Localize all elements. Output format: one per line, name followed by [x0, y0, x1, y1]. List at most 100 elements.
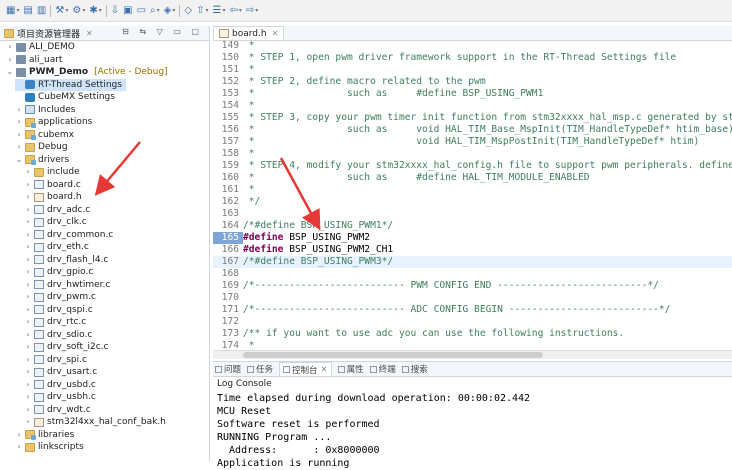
tree-item-drv-rtc-c[interactable]: › drv_rtc.c: [24, 316, 86, 328]
tree-item-cubemx-settings[interactable]: CubeMX Settings: [15, 91, 115, 103]
tree-item-linkscripts[interactable]: › linkscripts: [15, 441, 83, 453]
tree-item-drv-spi-c[interactable]: › drv_spi.c: [24, 354, 87, 366]
chevron-right-icon[interactable]: ›: [24, 254, 32, 266]
code-line[interactable]: 150 * STEP 1, open pwm driver framework …: [213, 52, 732, 64]
chevron-right-icon[interactable]: ›: [15, 104, 23, 116]
tree-item-pwm-demo[interactable]: ⌄ PWM_Demo [Active - Debug]: [6, 66, 168, 78]
chevron-right-icon[interactable]: ›: [24, 266, 32, 278]
code-line[interactable]: 156 * such as void HAL_TIM_Base_MspInit(…: [213, 124, 732, 136]
chevron-right-icon[interactable]: ›: [24, 379, 32, 391]
code-line[interactable]: 162 */: [213, 196, 732, 208]
tree-item-drv-soft-i2c-c[interactable]: › drv_soft_i2c.c: [24, 341, 108, 353]
console-tab-0[interactable]: 问题: [215, 363, 241, 375]
code-line[interactable]: 158 *: [213, 148, 732, 160]
tree-item-debug[interactable]: › Debug: [15, 141, 67, 153]
code-line[interactable]: 163: [213, 208, 732, 220]
terminal-icon[interactable]: ▭: [135, 4, 148, 18]
chevron-right-icon[interactable]: ›: [24, 354, 32, 366]
forward-icon[interactable]: ⇨ ▾: [244, 4, 260, 18]
console-tab-1[interactable]: 任务: [247, 363, 273, 375]
sdk-icon[interactable]: ⇧ ▾: [194, 4, 210, 18]
chevron-right-icon[interactable]: ›: [24, 404, 32, 416]
tree-item-drv-gpio-c[interactable]: › drv_gpio.c: [24, 266, 93, 278]
chevron-right-icon[interactable]: ›: [24, 166, 32, 178]
chevron-down-icon[interactable]: ⌄: [6, 66, 14, 78]
code-line[interactable]: 173 /** if you want to use adc you can us…: [213, 328, 732, 340]
close-icon[interactable]: ✕: [86, 29, 93, 38]
code-line[interactable]: 170: [213, 292, 732, 304]
layers-icon[interactable]: ☰ ▾: [211, 4, 228, 18]
package-icon[interactable]: ◇: [182, 4, 194, 18]
horizontal-scrollbar[interactable]: [213, 350, 732, 359]
chevron-right-icon[interactable]: ›: [15, 141, 23, 153]
build-icon[interactable]: ⚒ ▾: [53, 4, 70, 18]
scrollbar-thumb[interactable]: [243, 352, 543, 358]
tree-item-ali-uart[interactable]: › ali_uart: [6, 54, 62, 66]
tree-item-stm32l4xx-hal-conf-bak-h[interactable]: › stm32l4xx_hal_conf_bak.h: [24, 416, 165, 428]
settings-icon[interactable]: ◈ ▾: [162, 4, 178, 18]
close-icon[interactable]: ✕: [321, 365, 328, 375]
code-line[interactable]: 164 /*#define BSP_USING_PWM1*/: [213, 220, 732, 232]
back-icon[interactable]: ⇦ ▾: [227, 4, 243, 18]
code-line[interactable]: 165 #define BSP_USING_PWM2: [213, 232, 732, 244]
tree-item-applications[interactable]: › applications: [15, 116, 92, 128]
chevron-right-icon[interactable]: ›: [15, 116, 23, 128]
chevron-right-icon[interactable]: ›: [24, 341, 32, 353]
code-line[interactable]: 171 /*-------------------------- ADC CONF…: [213, 304, 732, 316]
console-tab-3[interactable]: 属性: [337, 363, 364, 375]
code-line[interactable]: 154 *: [213, 100, 732, 112]
save-all-icon[interactable]: ▥: [35, 4, 48, 18]
chevron-right-icon[interactable]: ›: [24, 291, 32, 303]
save-icon[interactable]: ▤: [21, 4, 34, 18]
code-line[interactable]: 152 * STEP 2, define macro related to th…: [213, 76, 732, 88]
chevron-right-icon[interactable]: ›: [24, 329, 32, 341]
code-line[interactable]: 155 * STEP 3, copy your pwm timer init f…: [213, 112, 732, 124]
tree-item-drv-flash-l4-c[interactable]: › drv_flash_l4.c: [24, 254, 108, 266]
tree-item-board-h[interactable]: › board.h: [24, 191, 81, 203]
chevron-right-icon[interactable]: ›: [24, 366, 32, 378]
chevron-right-icon[interactable]: ›: [6, 41, 14, 53]
clean-icon[interactable]: ⚙ ▾: [70, 4, 87, 18]
tree-item-libraries[interactable]: › libraries: [15, 429, 74, 441]
tree-item-drv-wdt-c[interactable]: › drv_wdt.c: [24, 404, 90, 416]
code-line[interactable]: 151 *: [213, 64, 732, 76]
chevron-right-icon[interactable]: ›: [24, 416, 32, 428]
tree-item-includes[interactable]: › Includes: [15, 104, 75, 116]
code-line[interactable]: 160 * such as #define HAL_TIM_MODULE_ENA…: [213, 172, 732, 184]
code-line[interactable]: 153 * such as #define BSP_USING_PWM1: [213, 88, 732, 100]
console-tab-5[interactable]: 搜索: [401, 363, 428, 375]
tree-item-drv-adc-c[interactable]: › drv_adc.c: [24, 204, 90, 216]
tab-board-h[interactable]: board.h ✕: [213, 26, 285, 40]
console-tab-2[interactable]: 控制台 ✕: [279, 362, 332, 376]
tree-item-drivers[interactable]: ⌄ drivers: [15, 154, 69, 166]
new-icon[interactable]: ▦ ▾: [4, 4, 21, 18]
code-line[interactable]: 149 *: [213, 40, 732, 52]
chevron-right-icon[interactable]: ›: [24, 304, 32, 316]
console-tab-4[interactable]: 终端: [369, 363, 396, 375]
chevron-right-icon[interactable]: ›: [15, 129, 23, 141]
close-icon[interactable]: ✕: [272, 29, 279, 38]
debug-icon[interactable]: ✱ ▾: [87, 4, 103, 18]
chevron-right-icon[interactable]: ›: [6, 54, 14, 66]
console-output[interactable]: Time elapsed during download operation: …: [213, 392, 732, 470]
code-line[interactable]: 161 *: [213, 184, 732, 196]
tree-item-include[interactable]: › include: [24, 166, 79, 178]
run-icon[interactable]: ▣: [121, 4, 134, 18]
chevron-down-icon[interactable]: ⌄: [15, 154, 23, 166]
tree-item-drv-sdio-c[interactable]: › drv_sdio.c: [24, 329, 92, 341]
tree-item-ali-demo[interactable]: › ALI_DEMO: [6, 41, 74, 53]
chevron-right-icon[interactable]: ›: [24, 216, 32, 228]
tree-item-drv-usart-c[interactable]: › drv_usart.c: [24, 366, 97, 378]
chevron-right-icon[interactable]: ›: [24, 191, 32, 203]
code-line[interactable]: 166 #define BSP_USING_PWM2_CH1: [213, 244, 732, 256]
code-line[interactable]: 167 /*#define BSP_USING_PWM3*/: [213, 256, 732, 268]
download-icon[interactable]: ⇩: [109, 4, 121, 18]
tree-item-drv-qspi-c[interactable]: › drv_qspi.c: [24, 304, 92, 316]
code-area[interactable]: 174 * 173/** if you want to use adc you c…: [213, 40, 732, 359]
explorer-tab[interactable]: 项目资源管理器 ✕ ⊟ ⇆ ▽ ▭ ▢: [0, 26, 209, 41]
chevron-right-icon[interactable]: ›: [24, 391, 32, 403]
chevron-right-icon[interactable]: ›: [24, 279, 32, 291]
chevron-right-icon[interactable]: ›: [15, 429, 23, 441]
code-line[interactable]: 159 * STEP 4, modify your stm32xxxx_hal_…: [213, 160, 732, 172]
chevron-right-icon[interactable]: ›: [24, 179, 32, 191]
